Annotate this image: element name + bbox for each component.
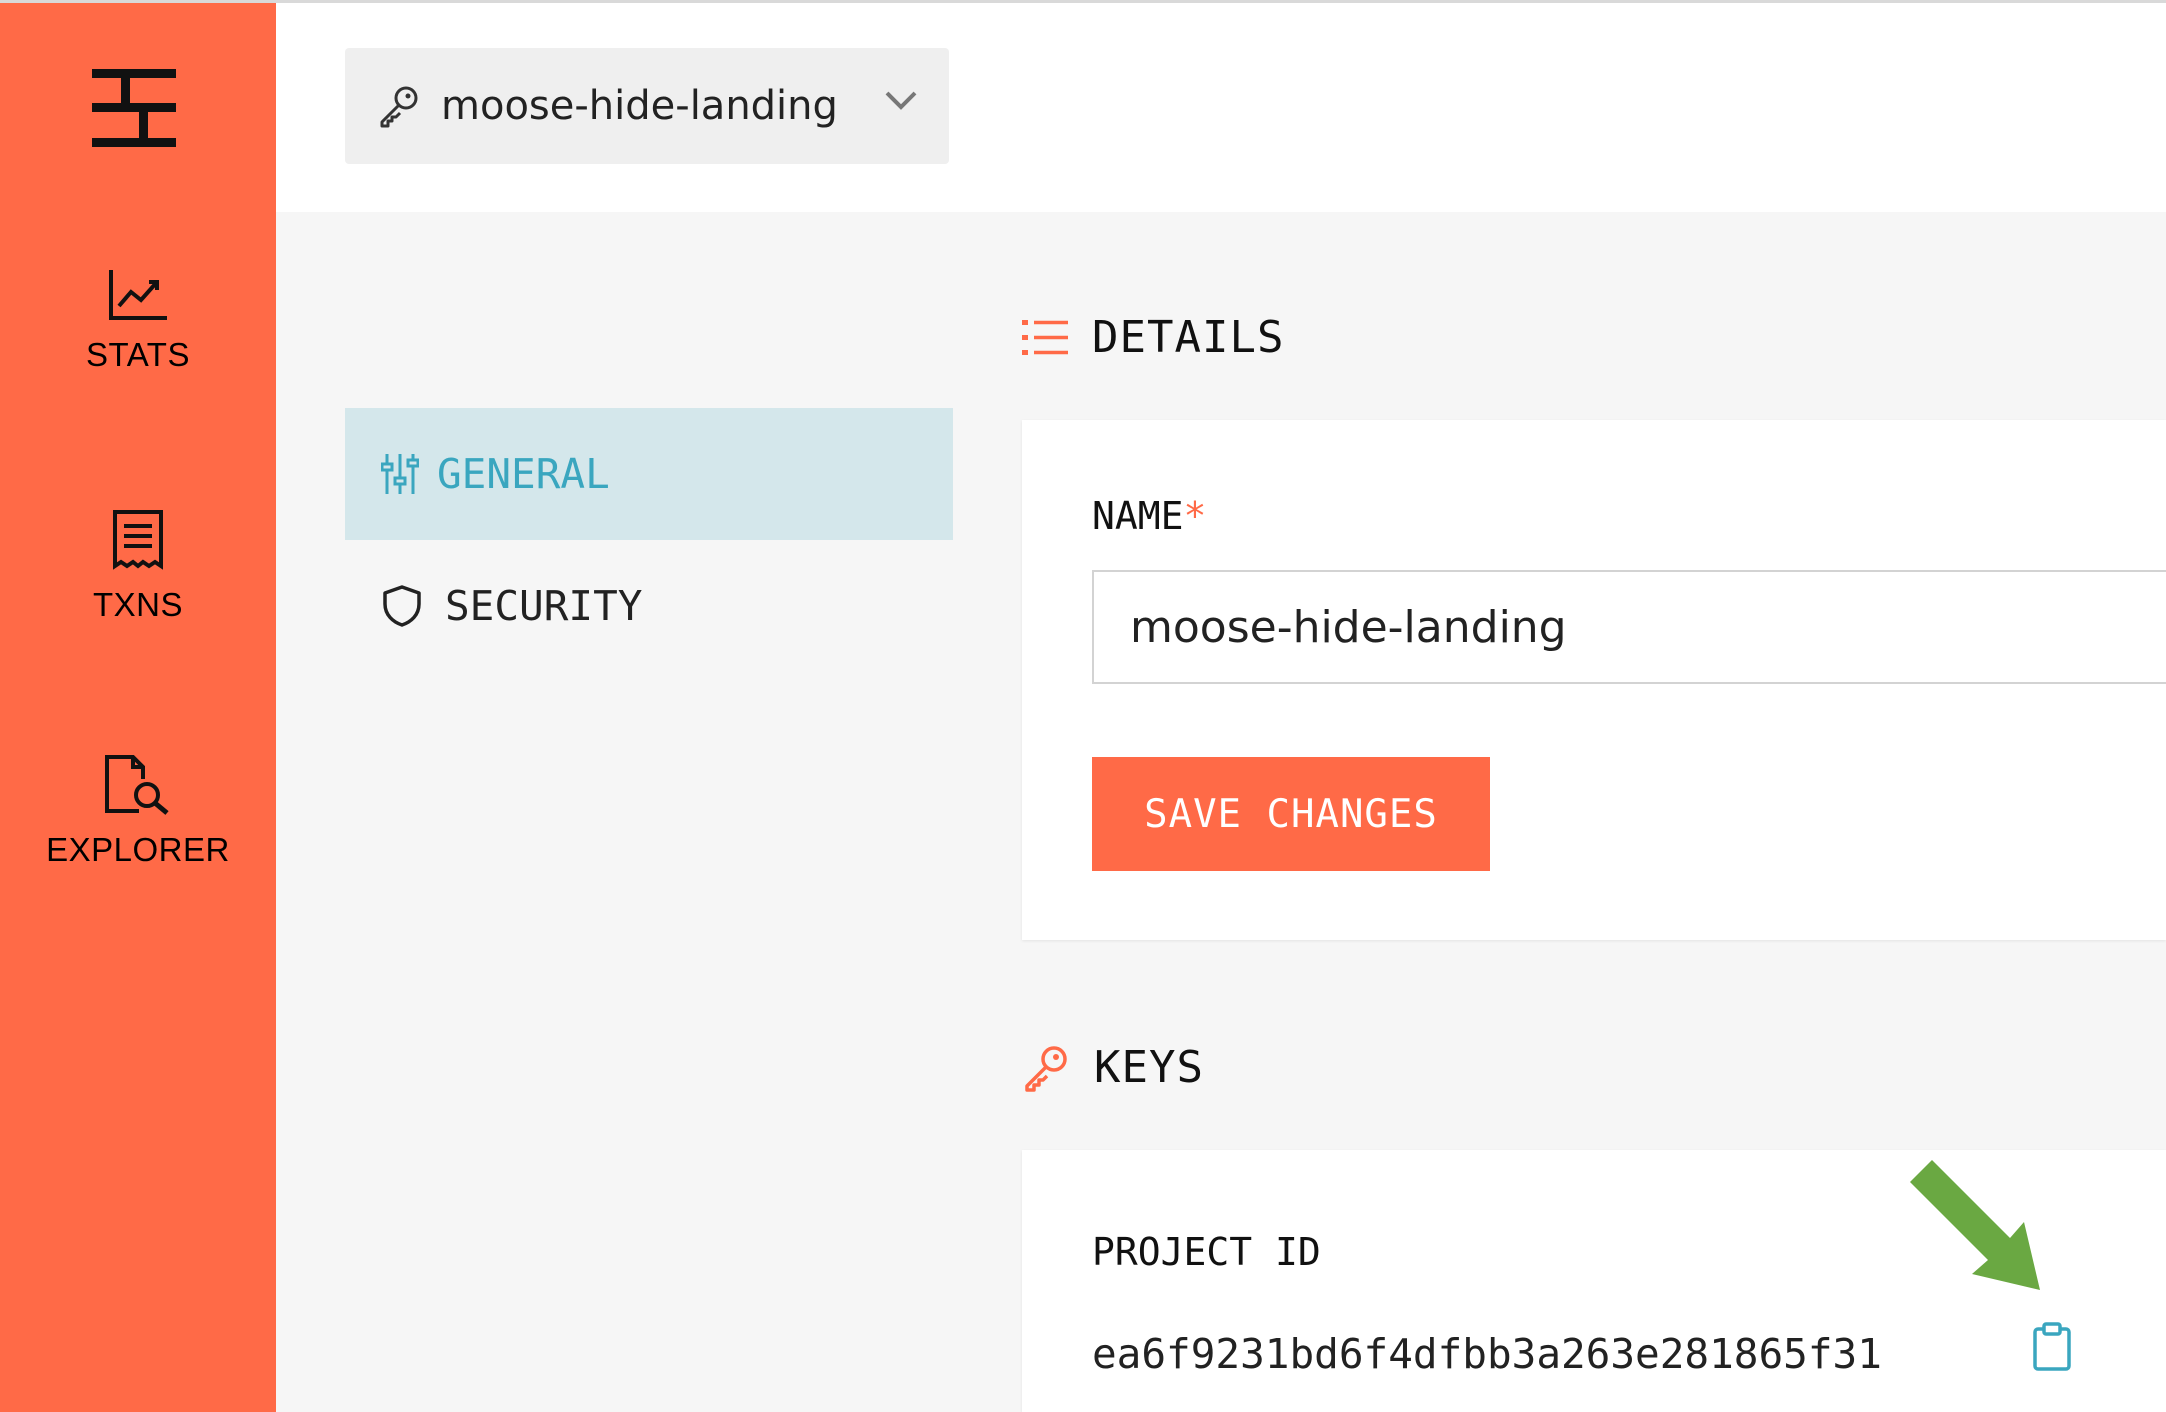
tab-general[interactable]: GENERAL [345, 408, 953, 540]
details-heading: DETAILS [1022, 312, 1284, 363]
file-search-icon [105, 755, 169, 815]
name-field[interactable] [1092, 570, 2166, 684]
sidebar: STATS TXNS EXPLORER [0, 3, 276, 1412]
tab-security-label: SECURITY [445, 582, 643, 630]
sidebar-item-explorer[interactable]: EXPLORER [0, 753, 276, 869]
required-marker: * [1183, 494, 1207, 538]
shield-icon [383, 585, 421, 627]
tab-general-label: GENERAL [437, 450, 610, 498]
name-label: NAME* [1092, 494, 1207, 538]
sidebar-item-label: TXNS [92, 586, 183, 623]
sidebar-item-stats[interactable]: STATS [0, 268, 276, 374]
key-icon [380, 86, 418, 128]
chevron-down-icon[interactable] [883, 88, 919, 112]
project-selector[interactable]: moose-hide-landing [345, 48, 949, 164]
section-title: KEYS [1094, 1042, 1204, 1093]
project-name: moose-hide-landing [441, 83, 838, 129]
sidebar-item-label: EXPLORER [46, 831, 230, 868]
chart-icon [109, 270, 167, 320]
details-card: NAME* SAVE CHANGES [1022, 420, 2166, 940]
sidebar-item-txns[interactable]: TXNS [0, 508, 276, 624]
logo-icon[interactable] [92, 69, 176, 147]
tab-security[interactable]: SECURITY [345, 540, 953, 672]
keys-heading: KEYS [1022, 1042, 1204, 1093]
clipboard-icon[interactable] [2032, 1322, 2072, 1372]
section-title: DETAILS [1092, 312, 1285, 363]
project-id-value: ea6f9231bd6f4dfbb3a263e281865f31 [1092, 1330, 1882, 1378]
save-changes-button[interactable]: SAVE CHANGES [1092, 757, 1490, 871]
list-icon [1022, 319, 1068, 355]
sidebar-item-label: STATS [86, 336, 190, 373]
key-icon [1025, 1045, 1067, 1092]
sliders-icon [381, 454, 419, 494]
project-id-label: PROJECT ID [1092, 1230, 1321, 1274]
annotation-arrow-icon [1910, 1160, 2040, 1290]
receipt-icon [113, 510, 163, 570]
